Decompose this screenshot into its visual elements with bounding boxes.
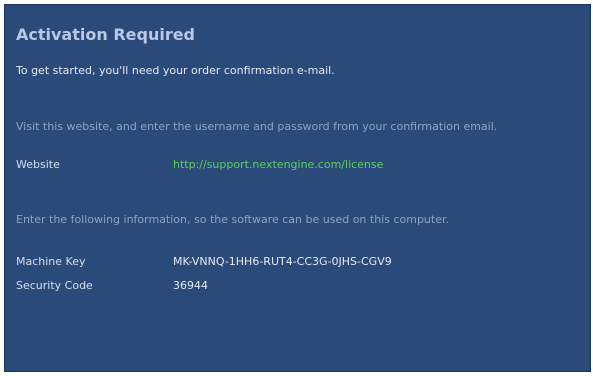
website-label: Website [16, 158, 60, 171]
security-code-value: 36944 [173, 279, 208, 292]
license-website-link[interactable]: http://support.nextengine.com/license [173, 158, 383, 171]
activation-panel: Activation Required To get started, you'… [4, 4, 591, 372]
security-code-label: Security Code [16, 279, 93, 292]
machine-key-label: Machine Key [16, 255, 86, 268]
website-instruction: Visit this website, and enter the userna… [16, 120, 498, 133]
machine-instruction: Enter the following information, so the … [16, 213, 449, 226]
intro-text: To get started, you'll need your order c… [16, 64, 335, 77]
machine-key-value: MK-VNNQ-1HH6-RUT4-CC3G-0JHS-CGV9 [173, 255, 392, 268]
page-title: Activation Required [16, 25, 196, 44]
